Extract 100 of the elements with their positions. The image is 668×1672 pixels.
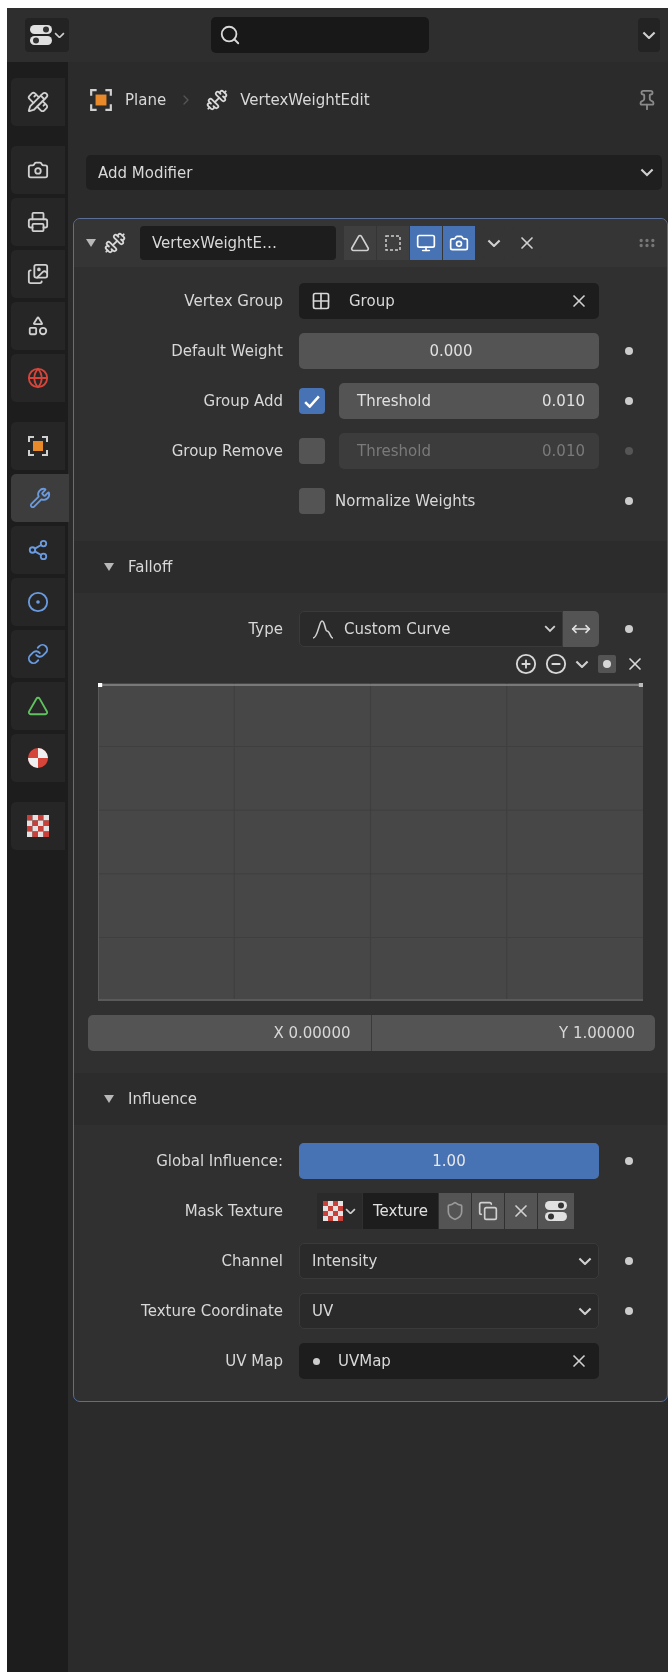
search-field[interactable]: Group — [299, 283, 599, 319]
x-coordinate-field[interactable]: X 0.00000 — [88, 1015, 372, 1051]
keyframe-dot[interactable] — [625, 347, 633, 355]
dumbbell-icon — [206, 89, 229, 111]
images-icon — [27, 263, 49, 285]
caret-icon — [640, 168, 654, 177]
triangle-icon — [350, 233, 370, 253]
triangle-icon — [27, 695, 49, 717]
section-title[interactable]: Falloff — [128, 558, 173, 576]
sidebar-tab[interactable] — [11, 78, 65, 126]
link-icon — [27, 643, 49, 665]
sidebar-tab[interactable] — [11, 802, 65, 850]
sidebar-tab[interactable] — [11, 526, 65, 574]
caret-icon — [578, 1306, 592, 1316]
dot-icon — [313, 1357, 320, 1365]
toggle-button[interactable] — [344, 226, 376, 260]
toggles-icon — [543, 1199, 568, 1223]
keyframe-dot[interactable] — [625, 397, 633, 405]
checkbox-label: Normalize Weights — [335, 492, 476, 510]
toggle-button[interactable] — [377, 226, 409, 260]
sidebar-tab[interactable] — [11, 682, 65, 730]
caret-icon — [345, 1207, 356, 1215]
dropdown[interactable]: Intensity — [299, 1243, 599, 1279]
grid-icon — [311, 291, 331, 311]
checkbox[interactable] — [299, 438, 325, 464]
keyframe-dot[interactable] — [625, 447, 633, 455]
zoom-in-icon — [515, 653, 537, 675]
field-label: Type — [247, 620, 283, 638]
dropdown[interactable]: Custom Curve — [299, 611, 563, 647]
caret-icon — [544, 625, 556, 633]
toggle-button[interactable] — [443, 226, 475, 260]
printer-icon — [27, 211, 49, 233]
invert-button[interactable] — [563, 611, 599, 647]
sidebar-tab[interactable] — [11, 302, 65, 350]
checker-icon — [323, 1201, 343, 1221]
keyframe-dot[interactable] — [625, 497, 633, 505]
circle-dot-icon — [27, 591, 49, 613]
pencil-ruler-icon — [27, 91, 49, 113]
section-title[interactable]: Influence — [128, 1090, 198, 1108]
texture-name-field[interactable]: Texture — [363, 1193, 438, 1229]
expanded-arrow-icon[interactable] — [86, 238, 96, 248]
toggles-icon — [29, 23, 53, 47]
checkbox[interactable] — [299, 488, 325, 514]
search-field[interactable]: UVMap — [299, 1343, 599, 1379]
expanded-arrow-icon[interactable] — [104, 1094, 114, 1104]
copy-icon — [477, 1201, 498, 1221]
curve-icon — [312, 619, 334, 639]
caret-icon — [54, 31, 65, 39]
keyframe-dot[interactable] — [625, 1307, 633, 1315]
keyframe-dot[interactable] — [625, 1257, 633, 1265]
slider[interactable]: 1.00 — [299, 1143, 599, 1179]
toggle-button[interactable] — [410, 226, 442, 260]
nodes-icon — [27, 539, 49, 561]
sidebar-tab[interactable] — [11, 250, 65, 298]
breadcrumb-item: VertexWeightEdit — [240, 91, 370, 109]
keyframe-dot[interactable] — [625, 625, 633, 633]
options-button[interactable] — [638, 18, 660, 52]
number-field[interactable]: Threshold 0.010 — [339, 383, 599, 419]
caret-icon — [575, 659, 589, 669]
camera-icon — [449, 233, 469, 253]
y-coordinate-field[interactable]: Y 1.00000 — [371, 1015, 655, 1051]
field-label: Texture Coordinate — [140, 1302, 283, 1320]
field-value: Group — [349, 292, 396, 310]
fake-user-button[interactable] — [438, 1193, 471, 1229]
caret-icon — [487, 238, 501, 248]
zoom-out-icon — [545, 653, 567, 675]
number-field[interactable]: 0.000 — [299, 333, 599, 369]
field-label: Group Add — [202, 392, 283, 410]
add-modifier-dropdown[interactable]: Add Modifier — [86, 155, 662, 190]
object-square-icon — [89, 88, 113, 112]
camera-icon — [27, 159, 49, 181]
wrench-icon — [29, 487, 51, 509]
field-label: Vertex Group — [183, 292, 283, 310]
checkbox[interactable] — [299, 388, 325, 414]
globe-icon — [27, 367, 49, 389]
handle-type-icon[interactable] — [597, 654, 617, 674]
unlink-button[interactable] — [504, 1193, 537, 1229]
checker-icon — [27, 815, 49, 837]
editor-type-button[interactable] — [25, 18, 69, 52]
field-label: UV Map — [224, 1352, 283, 1370]
breadcrumb-item: Plane — [125, 91, 167, 109]
dumbbell-icon — [104, 232, 126, 254]
search-field[interactable] — [211, 17, 429, 53]
modifier-name-field[interactable]: VertexWeightE… — [140, 226, 336, 260]
sidebar-tab[interactable] — [11, 146, 65, 194]
material-ball-icon — [27, 747, 49, 769]
sidebar-tab[interactable] — [11, 734, 65, 782]
sidebar-tab[interactable] — [11, 198, 65, 246]
dashed-square-icon — [383, 233, 403, 253]
field-label: Default Weight — [170, 342, 283, 360]
expanded-arrow-icon[interactable] — [104, 562, 114, 572]
sidebar-tab[interactable] — [11, 422, 65, 470]
shapes-icon — [27, 315, 49, 337]
check-icon — [304, 394, 320, 408]
texture-properties-button[interactable] — [537, 1193, 574, 1229]
caret-icon — [642, 30, 656, 40]
texture-browse-button[interactable] — [317, 1193, 362, 1229]
keyframe-dot[interactable] — [625, 1157, 633, 1165]
duplicate-button[interactable] — [471, 1193, 504, 1229]
dropdown[interactable]: UV — [299, 1293, 599, 1329]
